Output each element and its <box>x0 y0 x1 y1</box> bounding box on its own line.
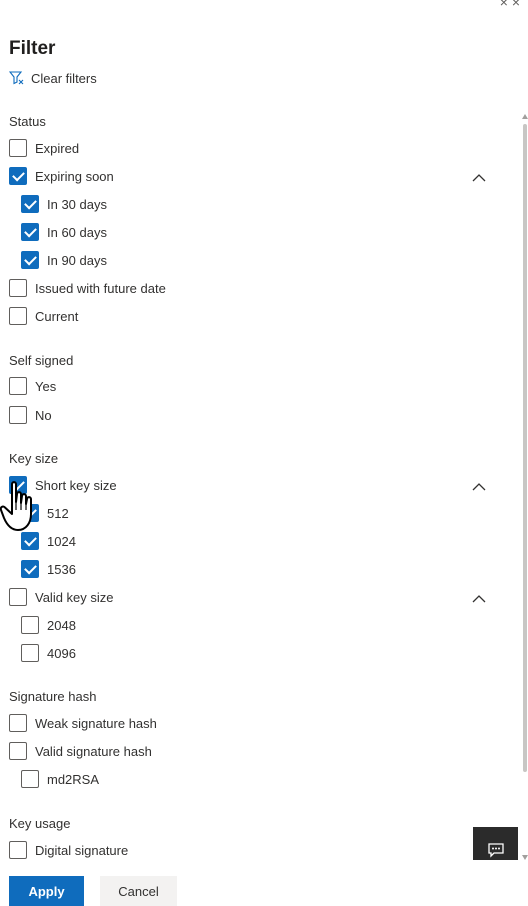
checkbox-box[interactable] <box>9 406 27 424</box>
checkbox-in-30-days[interactable]: In 30 days <box>21 194 107 214</box>
clear-filters-button[interactable]: Clear filters <box>9 70 97 86</box>
checkbox-box[interactable] <box>9 714 27 732</box>
checkbox-md2rsa[interactable]: md2RSA <box>21 769 99 789</box>
checkbox-box-checked[interactable] <box>9 167 27 185</box>
checkbox-current[interactable]: Current <box>9 306 78 326</box>
checkbox-box-checked[interactable] <box>21 560 39 578</box>
section-title-status: Status <box>9 114 46 129</box>
checkbox-valid-signature-hash[interactable]: Valid signature hash <box>9 741 152 761</box>
checkbox-digital-signature[interactable]: Digital signature <box>9 840 128 860</box>
checkbox-512[interactable]: 512 <box>21 503 69 523</box>
checkbox-box[interactable] <box>21 644 39 662</box>
checkbox-weak-signature-hash[interactable]: Weak signature hash <box>9 713 157 733</box>
checkbox-box-checked[interactable] <box>21 532 39 550</box>
checkbox-no[interactable]: No <box>9 405 52 425</box>
checkbox-2048[interactable]: 2048 <box>21 615 76 635</box>
checkbox-1024[interactable]: 1024 <box>21 531 76 551</box>
checkbox-1536[interactable]: 1536 <box>21 559 76 579</box>
checkbox-box-checked[interactable] <box>21 223 39 241</box>
apply-button[interactable]: Apply <box>9 876 84 906</box>
section-title-signature-hash: Signature hash <box>9 689 97 704</box>
chevron-up-icon[interactable] <box>472 170 486 182</box>
checkbox-valid-key-size[interactable]: Valid key size <box>9 587 114 607</box>
checkbox-expiring-soon[interactable]: Expiring soon <box>9 166 114 186</box>
cancel-button[interactable]: Cancel <box>100 876 177 906</box>
section-title-key-size: Key size <box>9 451 59 466</box>
clear-filters-label: Clear filters <box>31 70 97 86</box>
checkbox-box[interactable] <box>9 841 27 859</box>
checkbox-yes[interactable]: Yes <box>9 376 56 396</box>
checkbox-box[interactable] <box>9 742 27 760</box>
checkbox-in-90-days[interactable]: In 90 days <box>21 250 107 270</box>
checkbox-expired[interactable]: Expired <box>9 138 79 158</box>
checkbox-box-checked[interactable] <box>21 504 39 522</box>
checkbox-box-checked[interactable] <box>21 195 39 213</box>
vertical-scrollbar[interactable] <box>522 114 528 860</box>
scrollbar-thumb[interactable] <box>523 124 527 772</box>
checkbox-box[interactable] <box>9 139 27 157</box>
checkbox-box[interactable] <box>9 588 27 606</box>
clear-filter-icon <box>9 71 24 85</box>
checkbox-box-checked[interactable] <box>9 476 27 494</box>
checkbox-box[interactable] <box>21 616 39 634</box>
checkbox-issued-future[interactable]: Issued with future date <box>9 278 166 298</box>
checkbox-box[interactable] <box>21 770 39 788</box>
checkbox-box[interactable] <box>9 307 27 325</box>
scroll-up-icon[interactable] <box>522 114 528 119</box>
checkbox-short-key-size[interactable]: Short key size <box>9 475 117 495</box>
checkbox-4096[interactable]: 4096 <box>21 643 76 663</box>
chevron-up-icon[interactable] <box>472 479 486 491</box>
chat-feedback-icon <box>487 842 504 858</box>
checkbox-box[interactable] <box>9 377 27 395</box>
section-title-self-signed: Self signed <box>9 353 74 368</box>
chevron-up-icon[interactable] <box>472 591 486 603</box>
checkbox-box[interactable] <box>9 279 27 297</box>
checkbox-in-60-days[interactable]: In 60 days <box>21 222 107 242</box>
close-icon[interactable]: × × <box>500 0 520 10</box>
panel-title: Filter <box>9 38 56 59</box>
section-title-key-usage: Key usage <box>9 816 71 831</box>
checkbox-box-checked[interactable] <box>21 251 39 269</box>
